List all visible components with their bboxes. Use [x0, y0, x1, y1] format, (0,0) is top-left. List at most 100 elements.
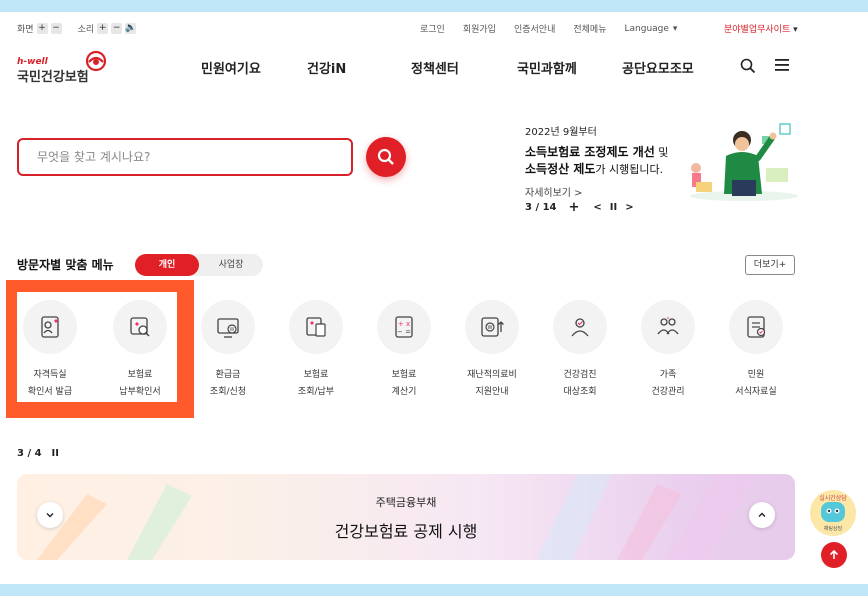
nav-about-agency[interactable]: 공단요모조모	[622, 58, 694, 77]
login-link[interactable]: 로그인	[420, 22, 445, 35]
logo[interactable]: h-well 국민건강보험	[17, 50, 117, 86]
notice-title[interactable]: 소득보험료 조정제도 개선 및 소득정산 제도가 시행됩니다.	[525, 144, 695, 178]
notice-title-line2-bold: 소득정산 제도	[525, 162, 596, 176]
service-label-line1: 보험료	[127, 370, 153, 380]
language-label: Language	[624, 23, 669, 34]
doc-search-icon	[113, 300, 167, 354]
notice-pause-button[interactable]: II	[610, 202, 617, 213]
visitor-menu-title: 방문자별 맞춤 메뉴	[17, 258, 114, 272]
robot-icon	[821, 502, 845, 522]
logo-mark-icon	[85, 50, 107, 72]
browser-frame-bottom	[0, 584, 868, 596]
service-label-line1: 재난적의료비	[467, 370, 517, 380]
svg-text:W: W	[488, 325, 493, 331]
more-button[interactable]: 더보기+	[745, 255, 795, 275]
banner-pause-button[interactable]: II	[52, 448, 59, 459]
family-icon	[641, 300, 695, 354]
banner-counter: 3 / 4	[17, 448, 42, 459]
signup-link[interactable]: 회원가입	[463, 22, 496, 35]
chatbot-sublabel: 채팅상담	[823, 526, 843, 532]
chatbot-label: 실시간상담	[819, 495, 847, 502]
svg-text:W: W	[230, 327, 235, 333]
tab-personal[interactable]: 개인	[135, 254, 199, 276]
service-label-line1: 자격득실	[33, 370, 67, 380]
notice-controls: 3 / 14 + < II >	[525, 200, 634, 215]
scroll-top-button[interactable]	[821, 542, 847, 568]
service-label-line1: 민원	[747, 370, 765, 380]
service-label-line1: 보험료	[391, 370, 417, 380]
service-civil-forms[interactable]: 민원 서식자료실	[716, 300, 796, 397]
service-label-line2: 조회/신청	[209, 387, 247, 397]
service-label-line2: 확인서 발급	[27, 387, 73, 397]
notice-plus-button[interactable]: +	[569, 200, 580, 215]
promo-banner[interactable]: 주택금융부채 건강보험료 공제 시행	[17, 474, 795, 560]
sound-up-button[interactable]: +	[97, 23, 109, 34]
nav-with-citizens[interactable]: 국민과함께	[517, 58, 577, 77]
service-refund-inquiry[interactable]: W 환급금 조회/신청	[188, 300, 268, 397]
language-select[interactable]: Language ▾	[625, 22, 678, 35]
notice-prev-button[interactable]: <	[593, 202, 601, 213]
all-menu-link[interactable]: 전체메뉴	[573, 22, 606, 35]
utility-bar: 화면 + − 소리 + − 🔈 로그인 회원가입 인증서안내 전체메뉴 Lang…	[0, 20, 868, 36]
search-icon	[377, 148, 394, 165]
chevron-down-icon	[46, 513, 54, 518]
search-box	[17, 138, 353, 176]
notice-title-line1-tail: 및	[654, 146, 669, 159]
chevron-up-icon	[758, 512, 766, 517]
notice-date: 2022년 9월부터	[525, 127, 597, 138]
service-premium-calculator[interactable]: + x − = 보험료 계산기	[364, 300, 444, 397]
certificate-guide-link[interactable]: 인증서안내	[514, 22, 555, 35]
chatbot-button[interactable]: 실시간상담 채팅상담	[810, 490, 856, 536]
speaker-icon[interactable]: 🔈	[125, 23, 136, 34]
notice-next-button[interactable]: >	[625, 202, 633, 213]
screen-label: 화면	[17, 25, 34, 35]
tab-business[interactable]: 사업장	[199, 254, 263, 276]
notice-illustration	[690, 123, 798, 201]
sound-down-button[interactable]: −	[111, 23, 123, 34]
service-label-line1: 건강검진	[563, 370, 597, 380]
family-site-label: 분야별업무사이트	[724, 25, 791, 35]
banner-pager: 3 / 4 II	[17, 448, 59, 459]
person-doc-icon	[23, 300, 77, 354]
service-premium-payment[interactable]: 보험료 조회/납부	[276, 300, 356, 397]
search-button[interactable]	[366, 137, 406, 177]
screen-zoom-in-button[interactable]: +	[36, 23, 48, 34]
service-label-line2: 건강관리	[651, 387, 685, 397]
notice-slide: 2022년 9월부터 소득보험료 조정제도 개선 및 소득정산 제도가 시행됩니…	[525, 123, 695, 199]
sound-control: 소리 + − 🔈	[78, 22, 136, 35]
family-site-select[interactable]: 분야별업무사이트 ▾	[724, 22, 798, 35]
service-family-health[interactable]: 가족 건강관리	[628, 300, 708, 397]
banner-subtitle: 주택금융부채	[375, 496, 437, 509]
nav-civil-service[interactable]: 민원여기요	[201, 58, 261, 77]
card-doc-icon	[289, 300, 343, 354]
notice-more-link[interactable]: 자세히보기 >	[525, 184, 695, 199]
banner-next-button[interactable]	[749, 502, 775, 528]
form-icon	[729, 300, 783, 354]
service-label-line2: 조회/납부	[297, 387, 335, 397]
search-icon[interactable]	[740, 58, 756, 74]
hamburger-menu-icon[interactable]	[775, 59, 789, 71]
service-health-checkup-inquiry[interactable]: 건강검진 대상조회	[540, 300, 620, 397]
service-catastrophic-medical-support[interactable]: W 재난적의료비 지원안내	[452, 300, 532, 397]
calculator-icon: + x − =	[377, 300, 431, 354]
search-input[interactable]	[19, 140, 351, 174]
nav-health-in[interactable]: 건강iN	[307, 58, 346, 77]
nav-policy-center[interactable]: 정책센터	[411, 58, 459, 77]
monitor-won-icon: W	[201, 300, 255, 354]
chevron-down-icon: ▾	[672, 23, 678, 34]
screen-zoom-out-button[interactable]: −	[50, 23, 62, 34]
service-label-line1: 가족	[659, 370, 677, 380]
notice-counter: 3 / 14	[525, 202, 557, 213]
service-qualification-certificate[interactable]: 자격득실 확인서 발급	[10, 300, 90, 397]
global-navigation: h-well 국민건강보험 민원여기요 건강iN 정책센터 국민과함께 공단요모…	[0, 48, 868, 88]
banner-prev-button[interactable]	[37, 502, 63, 528]
arrow-up-icon	[829, 549, 839, 559]
visitor-tabs: 개인 사업장	[135, 254, 263, 276]
service-premium-payment-certificate[interactable]: 보험료 납부확인서	[100, 300, 180, 397]
service-label-line1: 보험료	[303, 370, 329, 380]
svg-text:+ x: + x	[398, 320, 410, 328]
notice-title-line2-tail: 가 시행됩니다.	[595, 163, 664, 176]
svg-text:− =: − =	[397, 328, 411, 336]
service-label-line2: 서식자료실	[735, 387, 777, 397]
banner-title: 건강보험료 공제 시행	[334, 522, 478, 541]
